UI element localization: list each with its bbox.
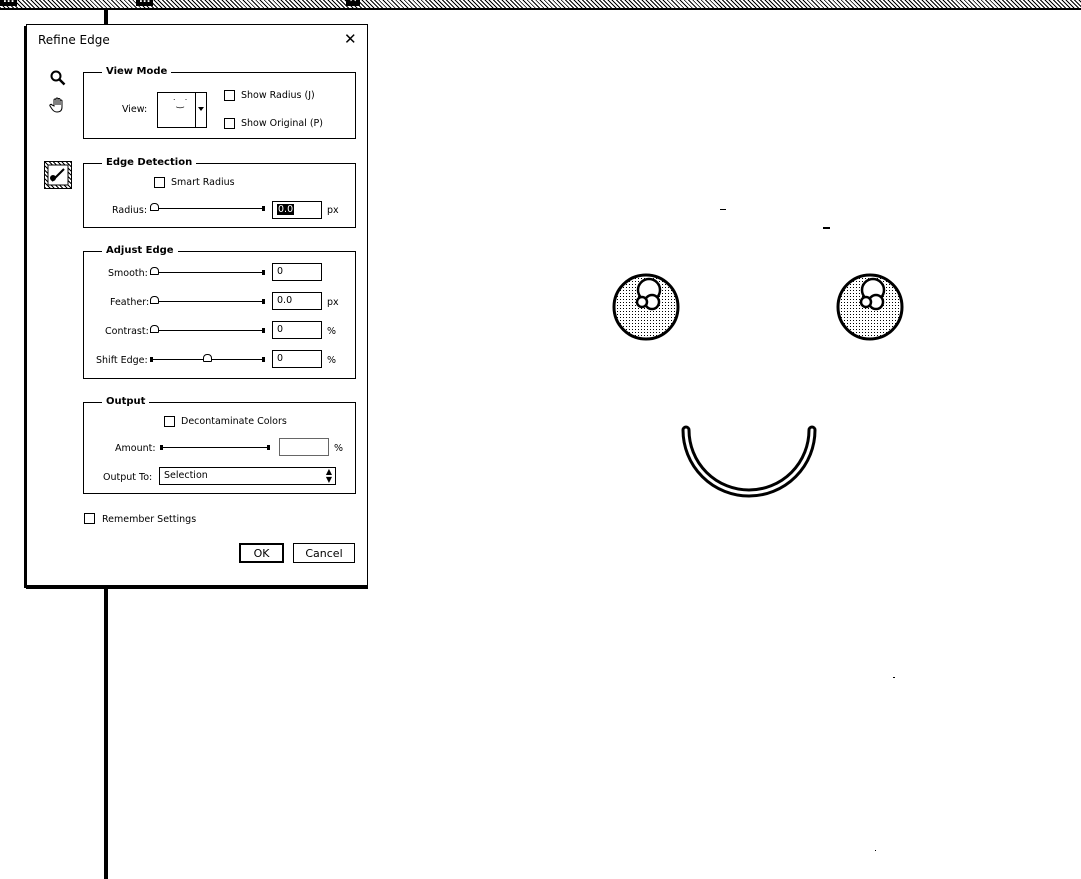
slider-end-cap (262, 357, 265, 362)
remember-settings-checkbox[interactable] (84, 513, 95, 524)
smart-radius-checkbox[interactable] (154, 177, 165, 188)
radius-unit: px (327, 205, 339, 216)
smooth-label: Smooth: (108, 268, 148, 279)
document-tab-bar: ... ... ✕ (0, 0, 1081, 10)
cancel-button[interactable]: Cancel (293, 543, 355, 563)
slider-thumb[interactable] (150, 296, 159, 304)
remember-settings-label: Remember Settings (102, 514, 197, 525)
select-arrows-icon: ▲ ▼ (325, 467, 332, 484)
contrast-unit: % (327, 326, 337, 337)
decontaminate-colors-checkbox[interactable] (164, 416, 175, 427)
slider-end-cap (262, 328, 265, 333)
slider-track[interactable] (150, 330, 265, 331)
slider-track[interactable] (150, 301, 265, 302)
previous-tab[interactable]: ... (0, 0, 18, 6)
refine-radius-tool-icon[interactable] (44, 161, 72, 189)
shift-edge-unit: % (327, 355, 337, 366)
output-to-select[interactable]: Selection ▲ ▼ (159, 467, 336, 485)
shift-edge-field[interactable]: 0 (272, 350, 322, 368)
view-label: View: (122, 104, 148, 115)
slider-end-cap (262, 206, 265, 211)
decontaminate-colors-label: Decontaminate Colors (181, 416, 287, 427)
refine-edge-dialog: Refine Edge ✕ View Mode View: ˙‿˙ Show R… (26, 24, 368, 586)
radius-slider[interactable] (150, 201, 265, 215)
view-mode-group: View Mode View: ˙‿˙ Show Radius (J) Show… (83, 66, 356, 139)
show-radius-label: Show Radius (J) (241, 90, 315, 101)
show-radius-checkbox[interactable] (224, 90, 235, 101)
feather-label: Feather: (110, 297, 150, 308)
mouth (681, 425, 817, 498)
chevron-down-icon[interactable] (195, 93, 206, 127)
slider-end-cap (262, 270, 265, 275)
output-to-value: Selection (164, 470, 208, 481)
close-icon[interactable]: ✕ (344, 31, 357, 47)
show-original-checkbox[interactable] (224, 118, 235, 129)
feather-unit: px (327, 297, 339, 308)
view-thumbnail-icon: ˙‿˙ (172, 99, 189, 109)
smooth-field[interactable]: 0 (272, 263, 322, 281)
hand-tool-icon[interactable] (47, 96, 69, 118)
shift-edge-slider[interactable] (150, 352, 265, 366)
close-tab-icon[interactable]: ✕ (346, 0, 361, 6)
amount-label: Amount: (115, 443, 156, 454)
feather-slider[interactable] (150, 294, 265, 308)
left-eye (612, 273, 680, 341)
zoom-tool-icon[interactable] (47, 70, 69, 92)
radius-label: Radius: (112, 205, 148, 216)
slider-track[interactable] (160, 447, 270, 448)
contrast-field[interactable]: 0 (272, 321, 322, 339)
slider-start-cap (160, 445, 163, 450)
slider-thumb[interactable] (150, 267, 159, 275)
radius-field[interactable]: 0.0 (272, 201, 322, 219)
smooth-slider[interactable] (150, 265, 265, 279)
slider-track[interactable] (150, 272, 265, 273)
shift-edge-label: Shift Edge: (96, 355, 148, 366)
adjust-edge-group: Adjust Edge Smooth: 0 Feather: 0.0 px Co… (83, 245, 356, 379)
view-mode-legend: View Mode (102, 66, 172, 78)
contrast-slider[interactable] (150, 323, 265, 337)
slider-end-cap (267, 445, 270, 450)
active-document-tab[interactable]: ... (136, 0, 154, 6)
contrast-label: Contrast: (105, 326, 149, 337)
slider-thumb[interactable] (150, 203, 159, 211)
output-group: Output Decontaminate Colors Amount: % Ou… (83, 396, 356, 494)
amount-unit: % (334, 443, 344, 454)
output-legend: Output (102, 396, 150, 408)
output-to-label: Output To: (103, 472, 153, 483)
adjust-edge-legend: Adjust Edge (102, 245, 178, 257)
view-thumbnail-dropdown[interactable]: ˙‿˙ (157, 92, 207, 128)
slider-start-cap (150, 357, 153, 362)
amount-field[interactable] (279, 438, 329, 456)
slider-thumb[interactable] (203, 354, 212, 362)
slider-thumb[interactable] (150, 325, 159, 333)
edge-detection-group: Edge Detection Smart Radius Radius: 0.0 … (83, 157, 356, 228)
slider-track[interactable] (150, 208, 265, 209)
ok-button[interactable]: OK (239, 543, 284, 563)
amount-slider[interactable] (160, 440, 270, 454)
smart-radius-label: Smart Radius (171, 177, 235, 188)
slider-end-cap (262, 299, 265, 304)
dialog-title: Refine Edge (38, 33, 110, 47)
edge-detection-legend: Edge Detection (102, 157, 197, 169)
radius-value: 0.0 (277, 204, 295, 215)
right-eye (836, 273, 904, 341)
feather-field[interactable]: 0.0 (272, 292, 322, 310)
show-original-label: Show Original (P) (241, 118, 323, 129)
